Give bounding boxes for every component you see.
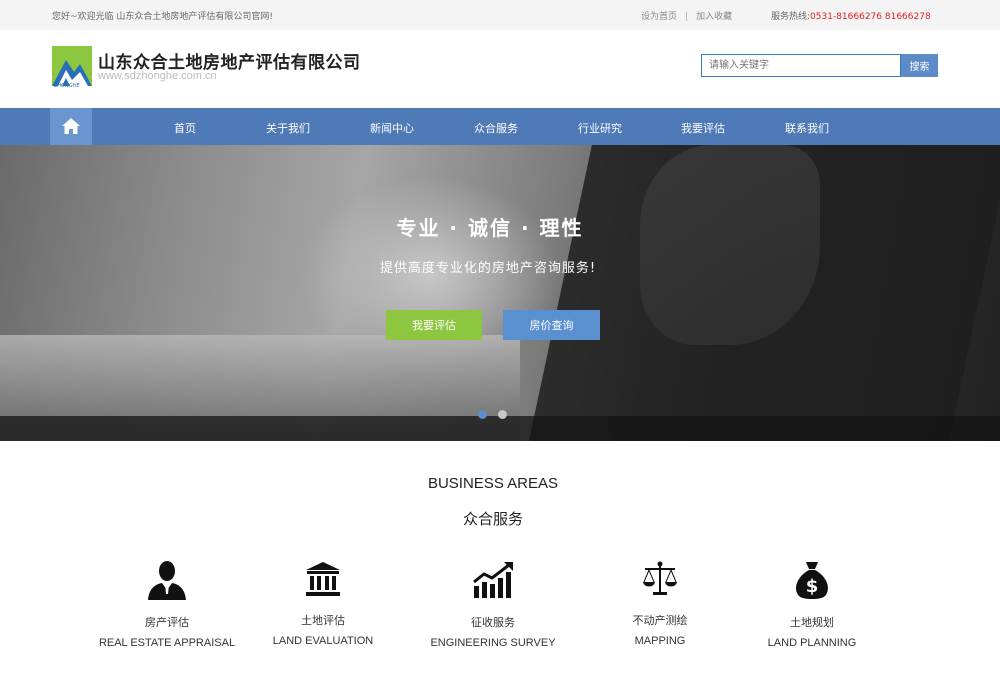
service-land-evaluation[interactable]: 土地评估 LAND EVALUATION	[233, 560, 413, 647]
service-label-en: ENGINEERING SURVEY	[430, 637, 556, 649]
logo-wordmark: ZHONGHE	[54, 83, 80, 89]
company-logo-icon[interactable]	[52, 46, 92, 86]
nav-home-button[interactable]	[50, 108, 92, 145]
service-label-en: REAL ESTATE APPRAISAL	[98, 637, 236, 649]
nav-item-news[interactable]: 新闻中心	[352, 120, 432, 136]
set-home-link[interactable]: 设为首页	[641, 12, 677, 22]
add-favorite-link[interactable]: 加入收藏	[696, 12, 732, 22]
service-label-cn: 房产评估	[145, 616, 189, 629]
hotline-number: 0531-81666276 81666278	[810, 12, 931, 22]
service-real-estate[interactable]: 房产评估 REAL ESTATE APPRAISAL	[77, 560, 257, 649]
section-title-cn: 众合服务	[462, 510, 523, 528]
section-title-en: BUSINESS AREAS	[427, 475, 559, 492]
hotline-label: 服务热线:	[771, 12, 811, 22]
service-label-cn: 土地规划	[790, 616, 834, 629]
site-header: ZHONGHE 山东众合土地房地产评估有限公司 www.sdzhonghe.co…	[0, 30, 1000, 108]
service-label-en: LAND PLANNING	[767, 637, 857, 649]
nav-item-contact[interactable]: 联系我们	[767, 120, 847, 136]
carousel-dot[interactable]	[498, 410, 507, 419]
growth-chart-icon	[473, 562, 513, 598]
svg-text:$: $	[806, 576, 819, 597]
search-button[interactable]: 搜索	[901, 54, 938, 77]
nav-item-evaluate[interactable]: 我要评估	[663, 120, 743, 136]
main-nav: 首页 关于我们 新闻中心 众合服务 行业研究 我要评估 联系我们	[0, 108, 1000, 145]
hero-bottom-band	[0, 416, 1000, 441]
hotline: 服务热线:0531-81666276 81666278	[771, 9, 931, 22]
hero-headline: 专业 · 诚信 · 理性	[396, 216, 584, 240]
nav-item-services[interactable]: 众合服务	[456, 120, 536, 136]
service-engineering-survey[interactable]: 征收服务 ENGINEERING SURVEY	[403, 560, 583, 649]
service-land-planning[interactable]: $ 土地规划 LAND PLANNING	[722, 560, 902, 649]
price-query-button[interactable]: 房价查询	[503, 310, 600, 340]
home-icon	[62, 118, 80, 134]
nav-item-research[interactable]: 行业研究	[560, 120, 640, 136]
search-box: 搜索	[701, 54, 938, 77]
bank-icon	[306, 562, 340, 596]
top-bar: 您好~欢迎光临 山东众合土地房地产评估有限公司官网! 设为首页 | 加入收藏 服务热…	[0, 0, 1000, 30]
person-icon	[148, 561, 186, 600]
scales-icon	[643, 561, 677, 595]
top-links: 设为首页 | 加入收藏	[641, 9, 732, 22]
carousel-dot-active[interactable]	[478, 410, 487, 419]
link-separator: |	[685, 12, 689, 22]
service-label-cn: 征收服务	[471, 616, 515, 629]
service-label-cn: 土地评估	[301, 614, 345, 627]
evaluate-button[interactable]: 我要评估	[386, 310, 482, 340]
hero-tagline: 提供高度专业化的房地产咨询服务!	[379, 261, 597, 276]
hero-banner: 专业 · 诚信 · 理性 提供高度专业化的房地产咨询服务! 我要评估 房价查询	[0, 145, 1000, 441]
site-domain: www.sdzhonghe.com.cn	[98, 70, 217, 82]
hero-photo-suit	[519, 145, 1000, 441]
money-bag-icon: $	[796, 562, 828, 599]
nav-item-home[interactable]: 首页	[145, 120, 225, 136]
nav-item-about[interactable]: 关于我们	[248, 120, 328, 136]
service-label-en: LAND EVALUATION	[272, 635, 374, 647]
search-input[interactable]	[701, 54, 901, 77]
welcome-text: 您好~欢迎光临 山东众合土地房地产评估有限公司官网!	[52, 12, 274, 22]
